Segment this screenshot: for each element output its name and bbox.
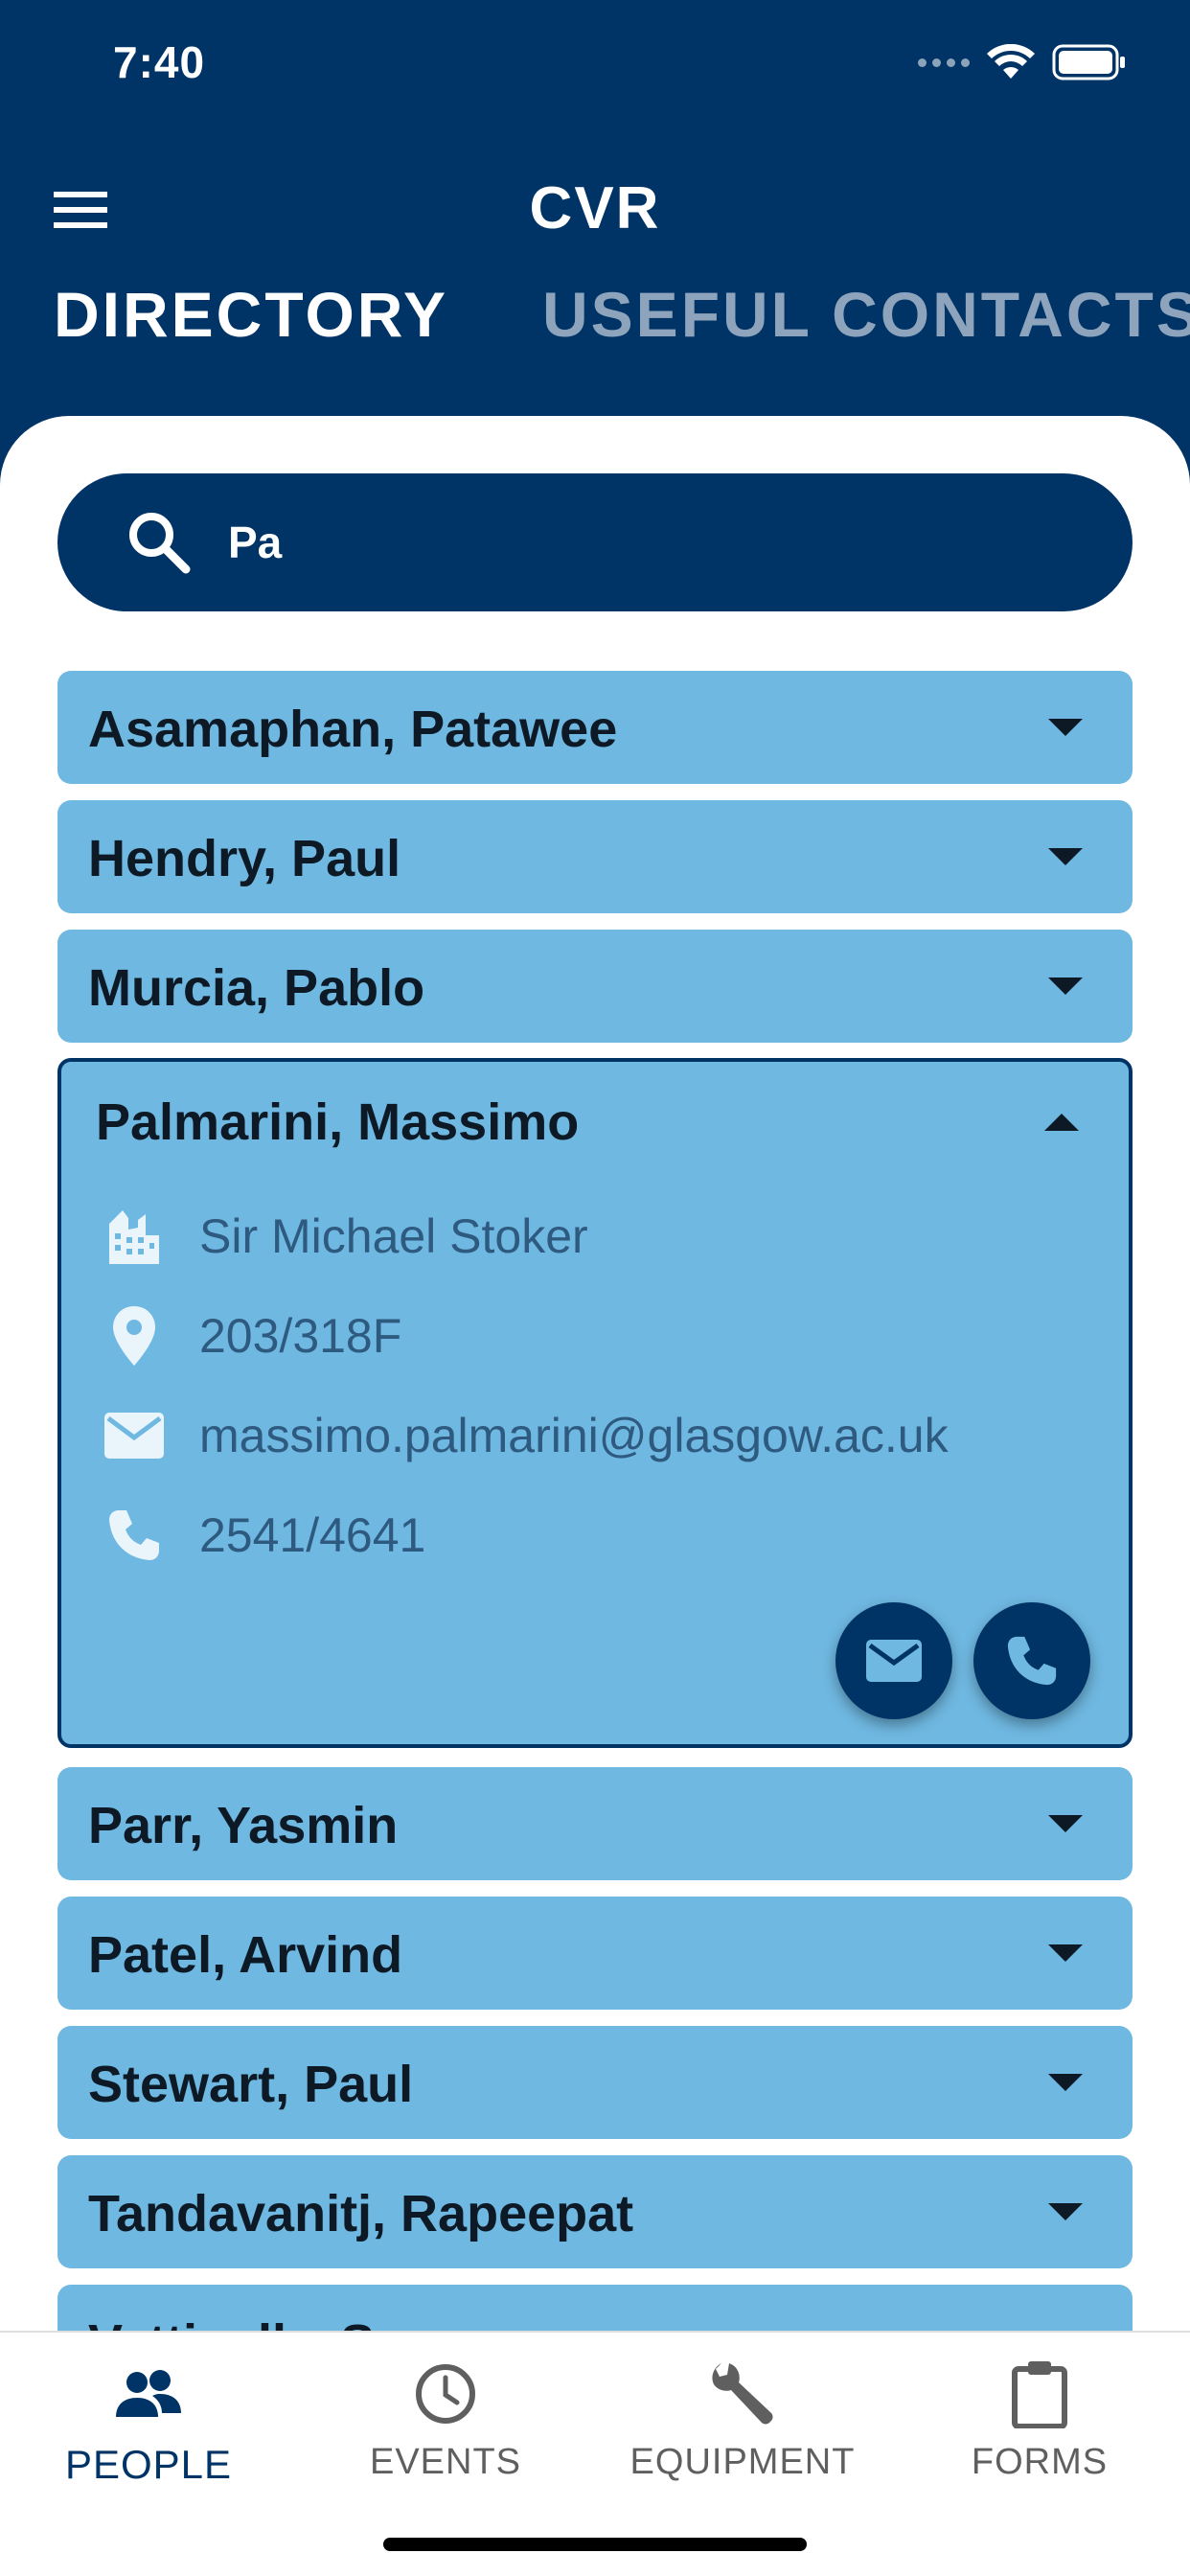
nav-label: FORMS: [971, 2442, 1109, 2482]
app-header: CVR DIRECTORY USEFUL CONTACTS: [0, 125, 1190, 412]
status-bar: 7:40: [0, 0, 1190, 125]
phone-icon: [109, 1510, 159, 1560]
clipboard-icon: [1012, 2361, 1067, 2428]
tab-directory[interactable]: DIRECTORY: [54, 278, 448, 351]
clock-icon: [416, 2364, 475, 2424]
phone-value[interactable]: 2541/4641: [199, 1507, 425, 1563]
app-title: CVR: [529, 175, 661, 242]
person-name: Murcia, Pablo: [88, 959, 425, 1017]
directory-content: Asamaphan, Patawee Hendry, Paul Murcia, …: [0, 416, 1190, 2576]
room-value: 203/318F: [199, 1309, 402, 1363]
person-name: Stewart, Paul: [88, 2056, 414, 2113]
battery-icon: [1052, 44, 1125, 80]
nav-people[interactable]: PEOPLE: [0, 2356, 297, 2488]
search-bar[interactable]: [57, 473, 1133, 611]
nav-forms[interactable]: FORMS: [891, 2356, 1188, 2483]
person-item[interactable]: Tandavanitj, Rapeepat: [57, 2155, 1133, 2268]
expand-caret-icon[interactable]: [1048, 1815, 1083, 1832]
expand-caret-icon[interactable]: [1048, 719, 1083, 736]
nav-label: PEOPLE: [64, 2442, 233, 2487]
nav-label: EQUIPMENT: [629, 2442, 856, 2482]
nav-events[interactable]: EVENTS: [297, 2356, 594, 2483]
search-icon: [129, 513, 191, 574]
expand-caret-icon[interactable]: [1048, 1944, 1083, 1962]
search-input[interactable]: [228, 517, 995, 568]
wifi-icon: [987, 44, 1035, 79]
building-value: Sir Michael Stoker: [199, 1209, 588, 1263]
detail-email[interactable]: massimo.palmarini@glasgow.ac.uk: [96, 1397, 949, 1474]
call-action-button[interactable]: [973, 1602, 1090, 1719]
person-name: Parr, Yasmin: [88, 1797, 399, 1854]
nav-label: EVENTS: [369, 2442, 522, 2482]
status-time: 7:40: [113, 37, 206, 87]
status-icons: [918, 44, 1127, 80]
expand-caret-icon[interactable]: [1048, 2074, 1083, 2091]
person-item[interactable]: Patel, Arvind: [57, 1897, 1133, 2010]
email-icon: [866, 1640, 922, 1682]
expand-caret-icon[interactable]: [1048, 978, 1083, 995]
nav-equipment[interactable]: EQUIPMENT: [594, 2356, 891, 2483]
phone-icon: [1007, 1636, 1057, 1686]
tab-useful-contacts[interactable]: USEFUL CONTACTS: [542, 278, 1190, 351]
detail-phone[interactable]: 2541/4641: [96, 1497, 425, 1574]
location-pin-icon: [113, 1306, 155, 1366]
tab-bar: DIRECTORY USEFUL CONTACTS: [0, 278, 1190, 374]
person-name: Asamaphan, Patawee: [88, 701, 618, 758]
people-icon: [116, 2370, 181, 2417]
person-item[interactable]: Murcia, Pablo: [57, 930, 1133, 1043]
email-value[interactable]: massimo.palmarini@glasgow.ac.uk: [199, 1408, 949, 1463]
building-icon: [109, 1210, 159, 1264]
email-action-button[interactable]: [835, 1602, 952, 1719]
expand-caret-icon[interactable]: [1048, 848, 1083, 865]
person-item[interactable]: Hendry, Paul: [57, 800, 1133, 913]
cellular-signal-icon: [918, 58, 970, 67]
wrench-icon: [712, 2363, 773, 2425]
email-icon: [104, 1413, 164, 1459]
detail-room: 203/318F: [96, 1298, 401, 1374]
person-item[interactable]: Asamaphan, Patawee: [57, 671, 1133, 784]
person-name: Patel, Arvind: [88, 1926, 403, 1984]
person-name: Tandavanitj, Rapeepat: [88, 2185, 634, 2242]
expand-caret-icon[interactable]: [1048, 2203, 1083, 2220]
person-item-expanded: Palmarini, Massimo Sir Michael Stoker 20…: [57, 1058, 1133, 1748]
person-name: Palmarini, Massimo: [96, 1093, 580, 1151]
person-item[interactable]: Stewart, Paul: [57, 2026, 1133, 2139]
collapse-caret-icon[interactable]: [1044, 1114, 1079, 1131]
detail-building: Sir Michael Stoker: [96, 1198, 588, 1275]
person-item[interactable]: Parr, Yasmin: [57, 1767, 1133, 1880]
home-indicator: [383, 2538, 807, 2551]
person-name: Hendry, Paul: [88, 830, 401, 887]
